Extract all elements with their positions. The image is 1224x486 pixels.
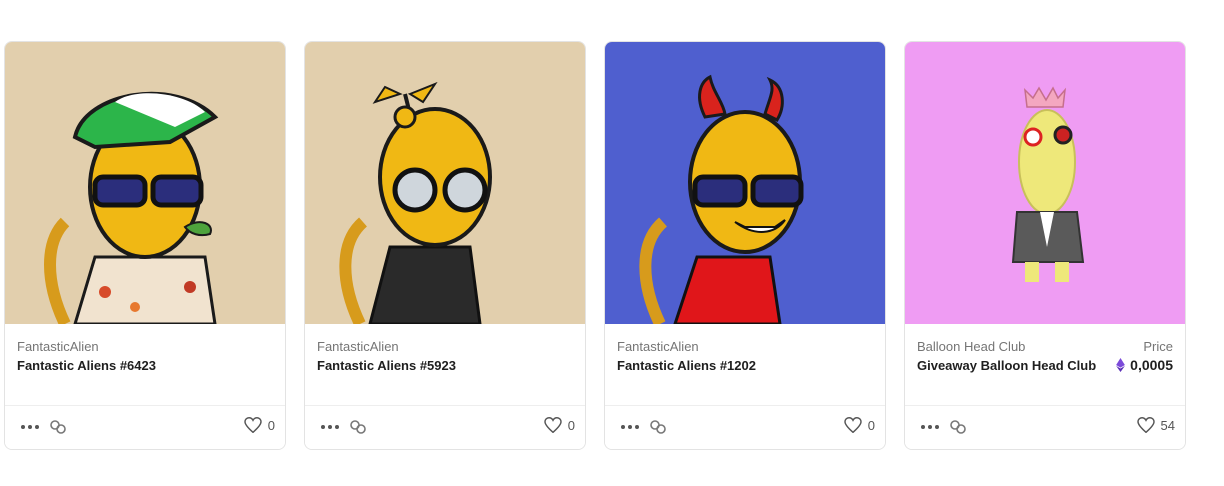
link-icon[interactable] — [649, 418, 667, 436]
nft-card[interactable]: FantasticAlien Fantastic Aliens #1202 0 — [604, 41, 886, 450]
price-value: 0,0005 — [1116, 357, 1173, 373]
card-footer: 0 — [605, 405, 885, 449]
nft-image[interactable] — [5, 42, 285, 324]
ethereum-icon — [1116, 358, 1126, 372]
price-label: Price — [1143, 339, 1173, 354]
heart-icon — [1136, 417, 1155, 433]
more-dots-icon[interactable] — [19, 418, 41, 436]
card-footer: 54 — [905, 405, 1185, 449]
like-button[interactable]: 0 — [844, 417, 875, 433]
nft-image[interactable] — [905, 42, 1185, 324]
nft-title[interactable]: Fantastic Aliens #1202 — [617, 357, 797, 375]
nft-card[interactable]: FantasticAlien Fantastic Aliens #6423 0 — [4, 41, 286, 450]
link-icon[interactable] — [349, 418, 367, 436]
nft-card[interactable]: FantasticAlien Fantastic Aliens #5923 0 — [304, 41, 586, 450]
nft-title[interactable]: Giveaway Balloon Head Club — [917, 357, 1097, 375]
like-button[interactable]: 0 — [544, 417, 575, 433]
more-dots-icon[interactable] — [919, 418, 941, 436]
card-footer: 0 — [5, 405, 285, 449]
heart-icon — [544, 417, 562, 433]
nft-card[interactable]: Balloon Head Club Giveaway Balloon Head … — [904, 41, 1186, 450]
like-button[interactable]: 54 — [1136, 417, 1175, 433]
like-count: 0 — [267, 417, 275, 433]
heart-icon — [244, 417, 262, 433]
like-button[interactable]: 0 — [244, 417, 275, 433]
more-dots-icon[interactable] — [319, 418, 341, 436]
link-icon[interactable] — [949, 418, 967, 436]
collection-name[interactable]: FantasticAlien — [617, 339, 699, 354]
collection-name[interactable]: Balloon Head Club — [917, 339, 1025, 354]
link-icon[interactable] — [49, 418, 67, 436]
collection-name[interactable]: FantasticAlien — [317, 339, 399, 354]
like-count: 0 — [567, 417, 575, 433]
card-footer: 0 — [305, 405, 585, 449]
nft-image[interactable] — [605, 42, 885, 324]
price-amount: 0,0005 — [1130, 357, 1173, 373]
collection-name[interactable]: FantasticAlien — [17, 339, 99, 354]
like-count: 54 — [1160, 417, 1175, 433]
heart-icon — [844, 417, 862, 433]
more-dots-icon[interactable] — [619, 418, 641, 436]
nft-image[interactable] — [305, 42, 585, 324]
nft-title[interactable]: Fantastic Aliens #5923 — [317, 357, 497, 375]
like-count: 0 — [867, 417, 875, 433]
nft-title[interactable]: Fantastic Aliens #6423 — [17, 357, 197, 375]
